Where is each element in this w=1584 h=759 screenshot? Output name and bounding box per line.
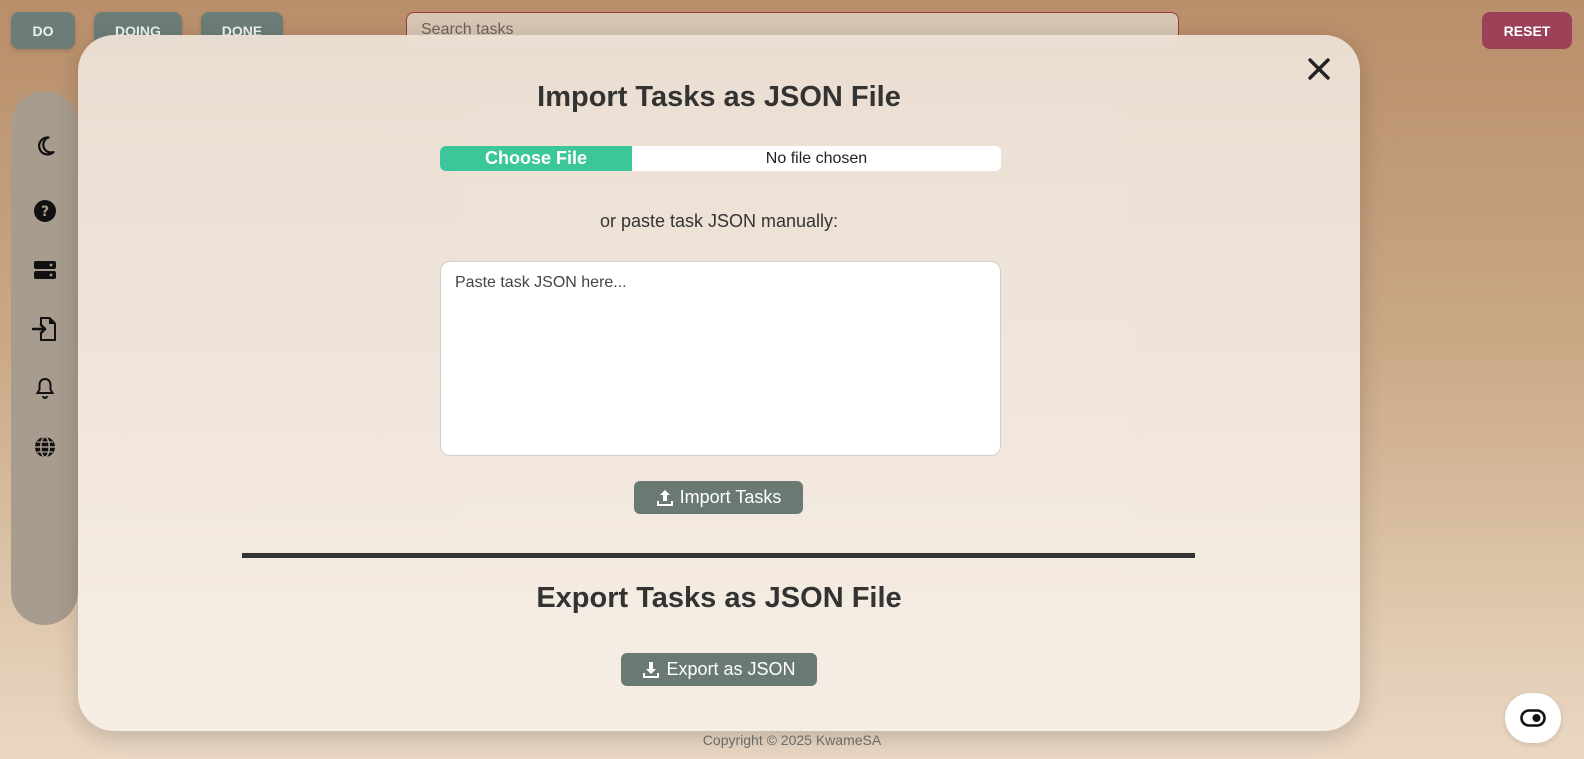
section-divider [242, 553, 1195, 558]
svg-text:?: ? [40, 204, 48, 220]
file-import-icon[interactable] [11, 309, 78, 349]
import-tasks-label: Import Tasks [679, 487, 782, 507]
help-icon[interactable]: ? [11, 191, 78, 231]
download-icon [643, 661, 660, 678]
paste-json-label: or paste task JSON manually: [599, 211, 839, 231]
choose-file-button[interactable]: Choose File [440, 146, 632, 171]
export-json-button[interactable]: Export as JSON [621, 653, 817, 686]
globe-icon[interactable] [11, 427, 78, 467]
upload-icon [656, 489, 673, 506]
import-export-modal: Import Tasks as JSON File Choose File No… [78, 35, 1360, 731]
import-title: Import Tasks as JSON File [537, 81, 901, 113]
do-filter-button[interactable]: DO [11, 12, 75, 49]
moon-icon[interactable] [11, 126, 78, 166]
toggle-icon[interactable] [1505, 693, 1561, 743]
footer-copyright: Copyright © 2025 KwameSA [702, 732, 882, 748]
import-tasks-button[interactable]: Import Tasks [634, 481, 803, 514]
file-status-text: No file chosen [765, 149, 868, 167]
export-title: Export Tasks as JSON File [536, 582, 902, 614]
json-textarea[interactable] [440, 261, 1001, 456]
export-json-label: Export as JSON [666, 659, 796, 679]
sidebar: ? [11, 91, 78, 625]
bell-icon[interactable] [11, 368, 78, 408]
storage-icon[interactable] [11, 250, 78, 290]
file-picker[interactable]: Choose File No file chosen [440, 146, 1001, 171]
reset-button[interactable]: RESET [1482, 12, 1572, 49]
